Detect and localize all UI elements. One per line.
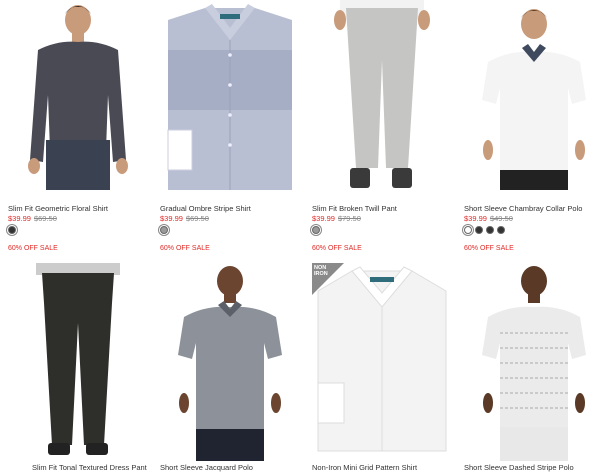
sale-price: $39.99 <box>312 214 335 223</box>
original-price: $69.50 <box>185 214 209 223</box>
product-name[interactable]: Slim Fit Tonal Textured Dress Pant <box>32 463 147 472</box>
color-swatch[interactable] <box>160 226 168 234</box>
original-price: $69.50 <box>33 214 57 223</box>
product-price: $39.99 $69.50 <box>8 214 57 223</box>
product-price: $39.99 $69.50 <box>160 214 209 223</box>
promo-label: 60% OFF SALE <box>8 245 58 252</box>
color-swatch[interactable] <box>475 226 483 234</box>
product-image[interactable] <box>8 0 148 190</box>
color-swatch[interactable] <box>486 226 494 234</box>
product-name[interactable]: Short Sleeve Dashed Stripe Polo <box>464 463 574 472</box>
product-name[interactable]: Non-Iron Mini Grid Pattern Shirt <box>312 463 417 472</box>
product-card[interactable]: Short Sleeve Chambray Collar Polo $39.99… <box>464 0 600 260</box>
product-grid: Slim Fit Geometric Floral Shirt $39.99 $6… <box>0 0 600 474</box>
product-name[interactable]: Gradual Ombre Stripe Shirt <box>160 204 251 213</box>
product-card[interactable]: Slim Fit Tonal Textured Dress Pant <box>32 263 172 474</box>
promo-label: 60% OFF SALE <box>312 245 362 252</box>
product-card[interactable]: Gradual Ombre Stripe Shirt $39.99 $69.50 … <box>160 0 300 260</box>
non-iron-badge: NON IRON <box>314 265 328 277</box>
color-swatch[interactable] <box>312 226 320 234</box>
original-price: $79.50 <box>337 214 361 223</box>
product-name[interactable]: Slim Fit Broken Twill Pant <box>312 204 397 213</box>
product-image[interactable] <box>312 0 452 190</box>
promo-label: 60% OFF SALE <box>160 245 210 252</box>
product-image[interactable] <box>160 263 300 461</box>
color-swatches <box>8 226 16 234</box>
product-name[interactable]: Slim Fit Geometric Floral Shirt <box>8 204 108 213</box>
color-swatches <box>464 226 505 234</box>
product-name[interactable]: Short Sleeve Chambray Collar Polo <box>464 204 582 213</box>
promo-label: 60% OFF SALE <box>464 245 514 252</box>
product-image[interactable]: NON IRON <box>312 263 452 461</box>
color-swatch[interactable] <box>8 226 16 234</box>
product-card[interactable]: Short Sleeve Jacquard Polo <box>160 263 300 474</box>
color-swatch[interactable] <box>464 226 472 234</box>
product-card[interactable]: Short Sleeve Dashed Stripe Polo <box>464 263 600 474</box>
product-image[interactable] <box>464 263 600 461</box>
sale-price: $39.99 <box>8 214 31 223</box>
product-card[interactable]: Slim Fit Broken Twill Pant $39.99 $79.50 … <box>312 0 452 260</box>
sale-price: $39.99 <box>160 214 183 223</box>
product-image[interactable] <box>160 0 300 190</box>
product-price: $39.99 $79.50 <box>312 214 361 223</box>
color-swatches <box>160 226 168 234</box>
color-swatch[interactable] <box>497 226 505 234</box>
product-price: $39.99 $49.50 <box>464 214 513 223</box>
original-price: $49.50 <box>489 214 513 223</box>
product-name[interactable]: Short Sleeve Jacquard Polo <box>160 463 253 472</box>
sale-price: $39.99 <box>464 214 487 223</box>
product-image[interactable] <box>32 263 124 461</box>
product-image[interactable] <box>464 0 600 190</box>
color-swatches <box>312 226 320 234</box>
product-card[interactable]: NON IRON Non-Iron Mini Grid Pattern Shir… <box>312 263 452 474</box>
product-card[interactable]: Slim Fit Geometric Floral Shirt $39.99 $6… <box>8 0 148 260</box>
